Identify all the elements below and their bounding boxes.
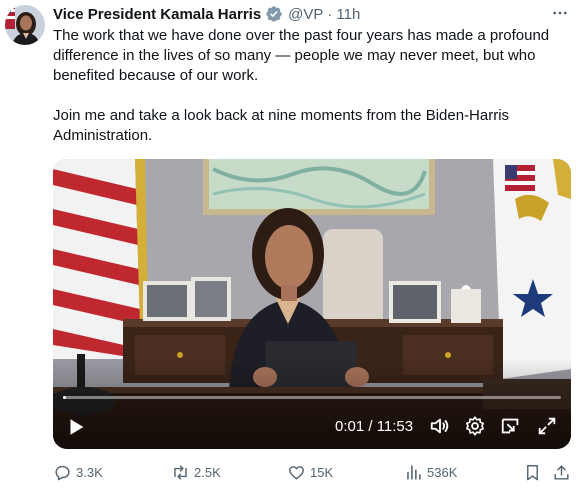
fullscreen-icon[interactable] <box>536 415 558 437</box>
more-icon[interactable] <box>551 4 569 22</box>
separator-dot: · <box>327 5 333 23</box>
video-progress-fill <box>63 396 66 399</box>
video-progress-bar[interactable] <box>63 396 561 399</box>
settings-icon[interactable] <box>464 415 486 437</box>
video-player[interactable]: 0:01 / 11:53 <box>53 159 571 449</box>
tweet-timestamp[interactable]: 11h <box>336 6 360 23</box>
share-icon <box>554 464 569 480</box>
pip-icon[interactable] <box>500 415 522 437</box>
repost-button[interactable]: 2.5K <box>171 460 221 484</box>
reply-button[interactable]: 3.3K <box>53 460 103 484</box>
tweet-header: Vice President Kamala Harris @VP · 11h <box>53 3 569 25</box>
video-frame <box>53 159 571 449</box>
share-button[interactable] <box>552 460 575 484</box>
play-icon[interactable] <box>65 416 87 438</box>
tweet-text: The work that we have done over the past… <box>53 26 568 166</box>
author-handle[interactable]: @VP <box>288 6 323 23</box>
like-icon <box>289 465 304 480</box>
volume-icon[interactable] <box>429 415 451 437</box>
repost-count: 2.5K <box>194 464 221 480</box>
tweet-action-bar: 3.3K 2.5K 15K 536K <box>53 460 571 484</box>
avatar-image <box>5 5 45 45</box>
reply-count: 3.3K <box>76 464 103 480</box>
like-count: 15K <box>310 464 334 480</box>
video-time-readout: 0:01 / 11:53 <box>335 418 414 435</box>
bookmark-button[interactable] <box>523 460 546 484</box>
views-icon <box>407 464 421 480</box>
tweet-paragraph: The work that we have done over the past… <box>53 27 550 84</box>
views-button[interactable]: 536K <box>404 460 457 484</box>
avatar[interactable] <box>5 5 45 45</box>
tweet-paragraph: Join me and take a look back at nine mom… <box>53 107 510 144</box>
reply-icon <box>55 465 70 480</box>
bookmark-icon <box>527 464 538 480</box>
verified-badge-icon[interactable] <box>265 5 283 23</box>
like-button[interactable]: 15K <box>287 460 333 484</box>
views-count: 536K <box>427 464 458 480</box>
author-display-name[interactable]: Vice President Kamala Harris <box>53 6 261 23</box>
repost-icon <box>174 464 187 480</box>
